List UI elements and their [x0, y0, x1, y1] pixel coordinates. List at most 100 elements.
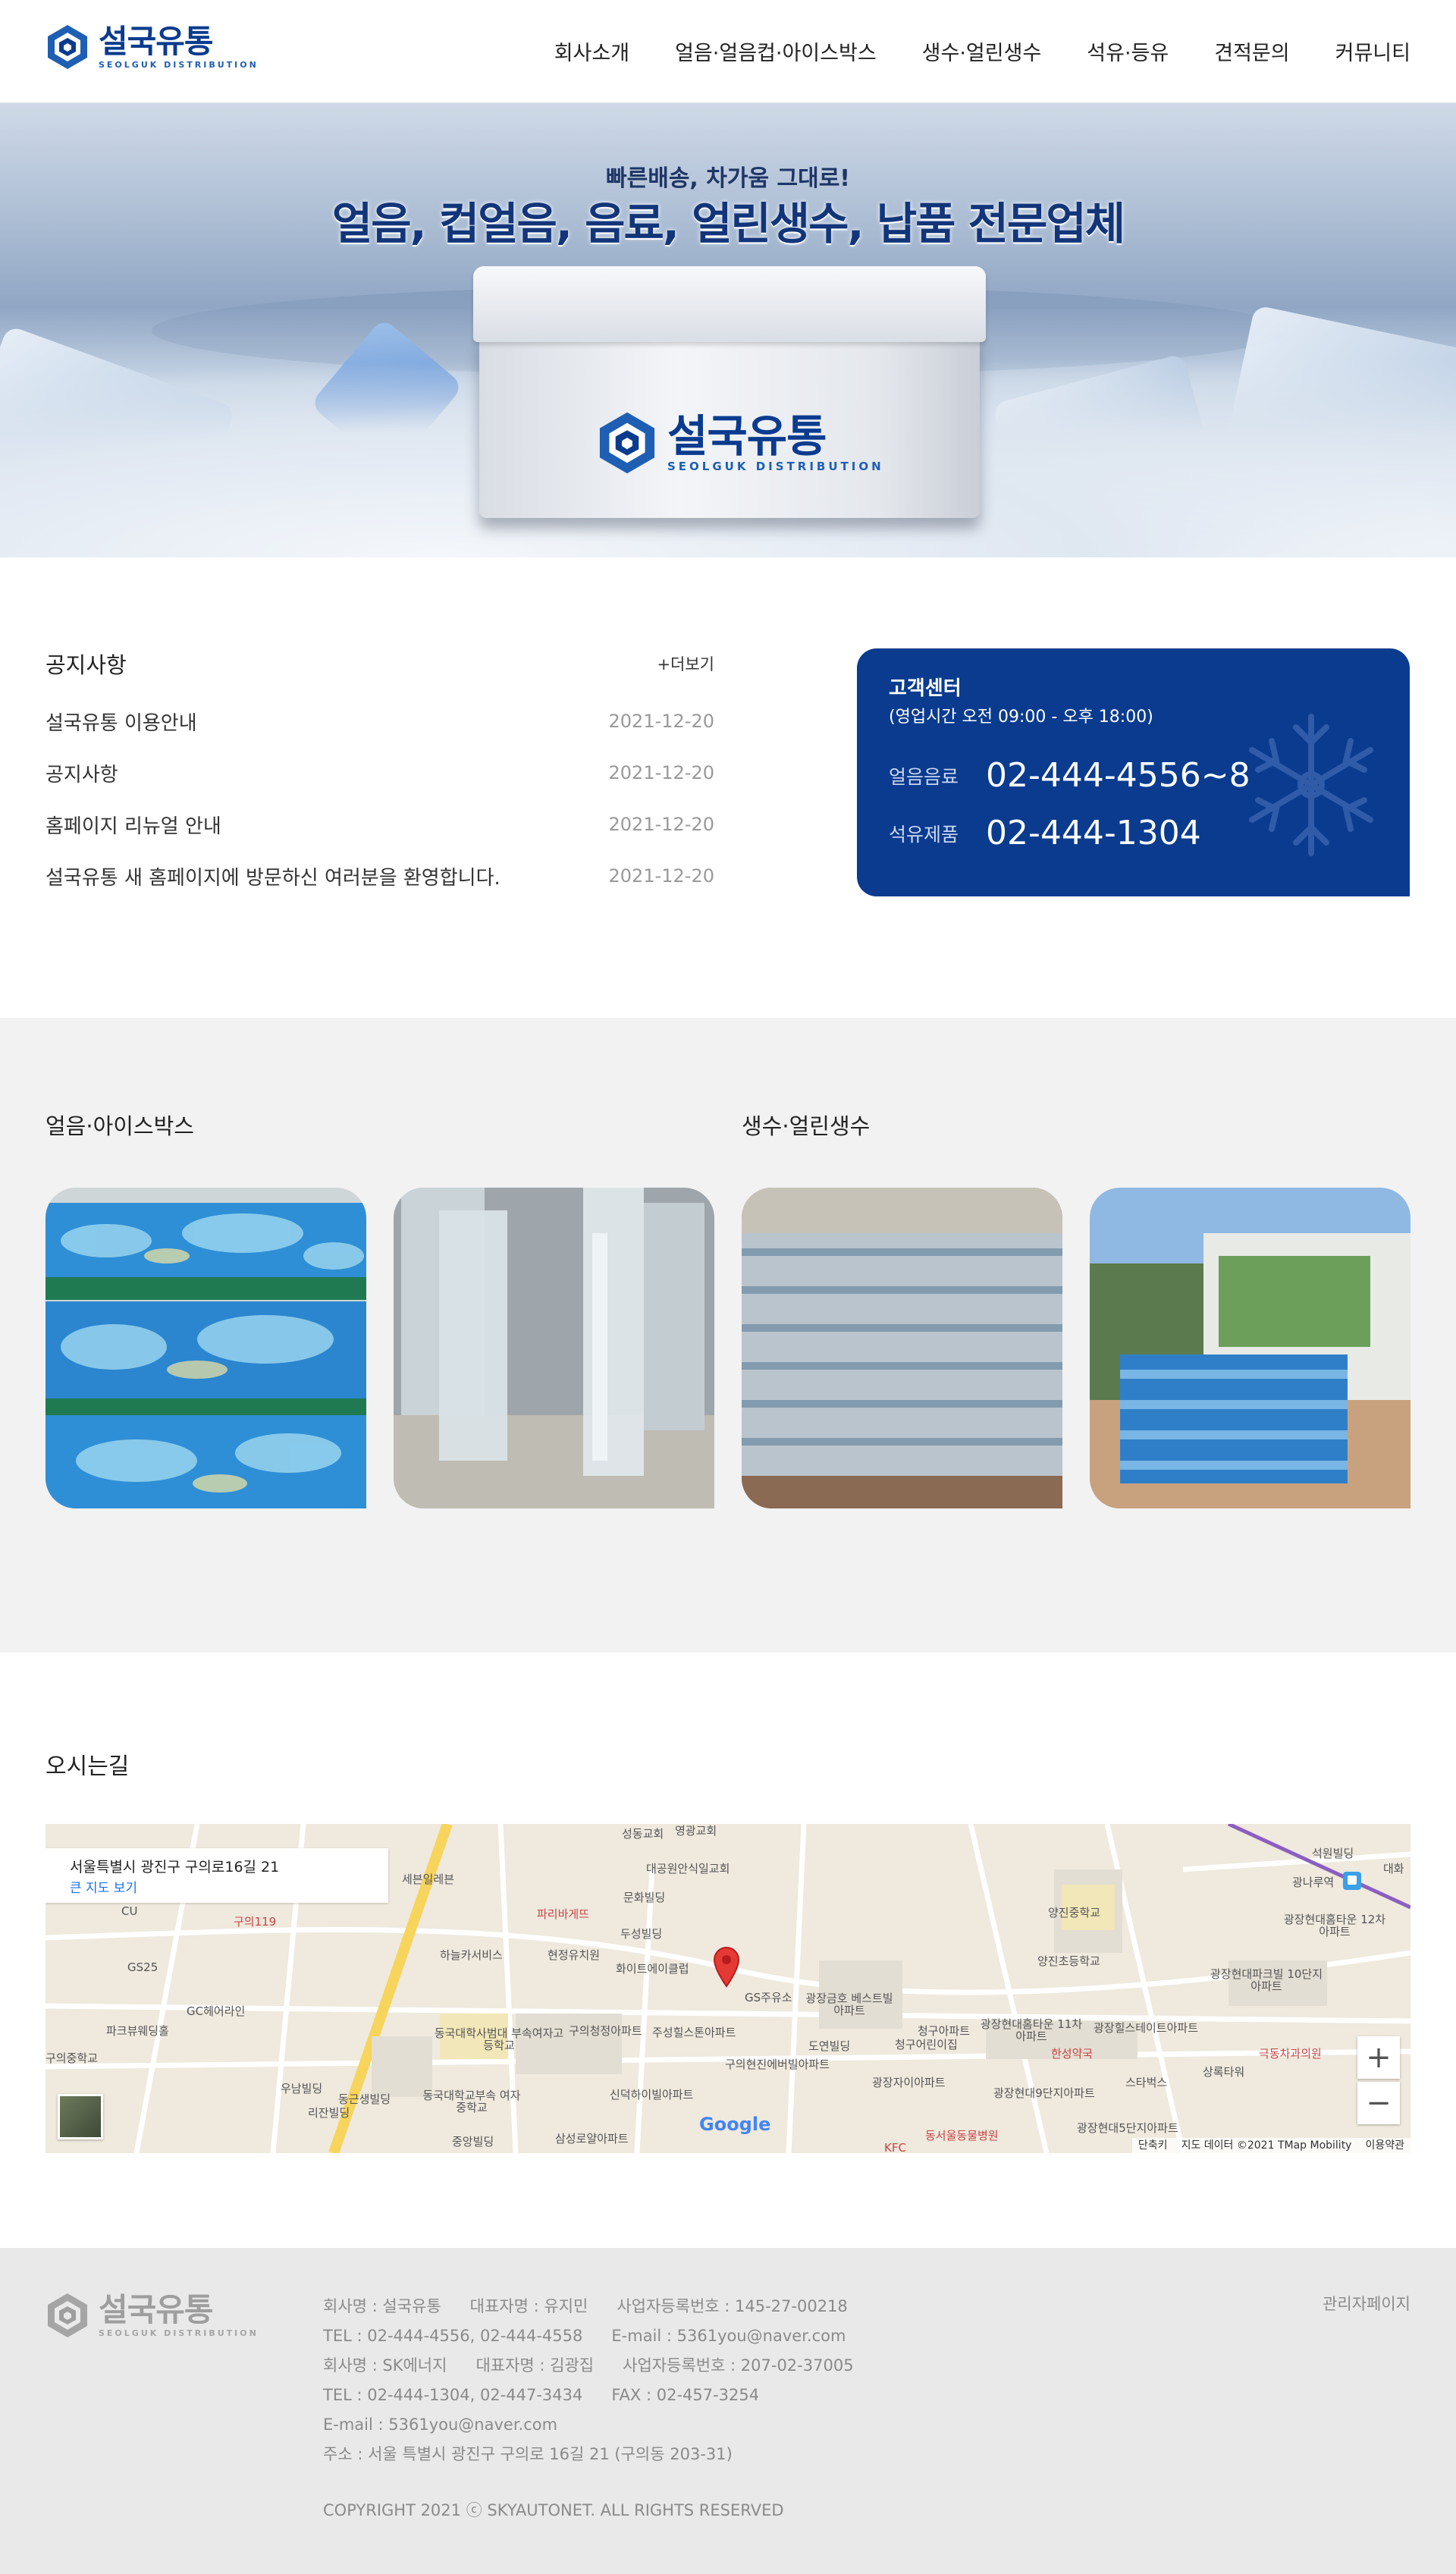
map-label: 주성힐스톤아파트 — [652, 2026, 736, 2039]
site-header: 설국유통 SEOLGUK DISTRIBUTION 회사소개 얼음·얼음컵·아이… — [0, 0, 1456, 103]
map-label: 화이트에이클럽 — [616, 1962, 689, 1976]
products-section: 얼음·아이스박스 생수·얼린생수 — [0, 1018, 1456, 1653]
map-label: 동서울동물병원 — [925, 2129, 999, 2142]
satellite-toggle[interactable] — [58, 2094, 103, 2139]
nav-community[interactable]: 커뮤니티 — [1335, 36, 1410, 66]
notice-item[interactable]: 설국유통 이용안내 2021-12-20 — [46, 695, 714, 747]
large-map-link[interactable]: 큰 지도 보기 — [70, 1877, 137, 1896]
map-label: 광장자이아파트 — [872, 2076, 946, 2089]
notice-item-title[interactable]: 설국유통 이용안내 — [46, 708, 197, 736]
water-section-title: 생수·얼린생수 — [742, 1113, 871, 1139]
map-label: 삼성로얄아파트 — [555, 2132, 629, 2146]
map-label: 대화 — [1383, 1862, 1404, 1876]
map-label: 동국대학교부속 여자중학교 — [422, 2089, 521, 2114]
customer-center-card: 고객센터 (영업시간 오전 09:00 - 오후 18:00) 얼음음료 02-… — [857, 648, 1410, 896]
site-logo[interactable]: 설국유통 SEOLGUK DISTRIBUTION — [44, 24, 259, 71]
map-label: 두성빌딩 — [620, 1927, 663, 1941]
map-label: 석원빌딩 — [1312, 1847, 1354, 1860]
page: 설국유통 SEOLGUK DISTRIBUTION 회사소개 얼음·얼음컵·아이… — [0, 0, 1456, 2574]
map-label: 광장현대5단지아파트 — [1077, 2121, 1178, 2135]
footer-ceo: 대표자명 : 유지민 — [469, 2297, 588, 2315]
map-label: 영광교회 — [675, 1824, 717, 1838]
map-label: KFC — [884, 2141, 906, 2153]
map-address: 서울특별시 광진구 구의로16길 21 — [70, 1859, 280, 1876]
footer-logo-korean: 설국유통 — [99, 2290, 214, 2328]
product-image-water-stack[interactable] — [742, 1188, 1062, 1508]
map-label: 세븐일레븐 — [402, 1872, 455, 1886]
map-label: 청구어린이집 — [895, 2038, 958, 2051]
footer-fax: FAX : 02-457-3254 — [611, 2386, 760, 2404]
notice-item[interactable]: 공지사항 2021-12-20 — [46, 747, 714, 799]
zoom-in-button[interactable]: + — [1357, 2036, 1400, 2079]
footer-info: 회사명 : 설국유통 대표자명 : 유지민 사업자등록번호 : 145-27-002… — [323, 2292, 883, 2469]
ice-section-title: 얼음·아이스박스 — [46, 1113, 194, 1139]
icebox-logo-english: SEOLGUK DISTRIBUTION — [667, 459, 884, 473]
footer-ceo: 대표자명 : 김광집 — [475, 2356, 595, 2375]
map-label: 광장현대파크빌 10단지아파트 — [1210, 1967, 1323, 1993]
map-label: 상록타워 — [1203, 2065, 1245, 2079]
map-label: 신덕하이빌아파트 — [610, 2088, 694, 2102]
snowflake-icon — [1249, 714, 1373, 856]
customer-center-title: 고객센터 — [889, 677, 962, 700]
map-embed[interactable]: 성동교회 영광교회 대공원안식일교회 세븐일레븐 문화빌딩 구의119 파리바게… — [46, 1824, 1410, 2153]
map-label: 구의현진에버빌아파트 — [725, 2058, 830, 2071]
google-logo: Google — [699, 2114, 770, 2135]
notice-section: 공지사항 +더보기 설국유통 이용안내 2021-12-20 공지사항 2021-1… — [46, 648, 714, 902]
map-label: 성동교회 — [622, 1827, 664, 1841]
nav-estimate[interactable]: 견적문의 — [1214, 36, 1289, 66]
phone-number[interactable]: 02-444-4556~8 — [986, 756, 1250, 795]
map-label: 대공원안식일교회 — [646, 1862, 730, 1876]
nav-company[interactable]: 회사소개 — [554, 36, 629, 66]
site-footer: 설국유통 SEOLGUK DISTRIBUTION 회사명 : 설국유통대표자명… — [0, 2248, 1456, 2574]
map-label: 광장현대9단지아파트 — [993, 2086, 1095, 2100]
phone-row-oil: 석유제품 02-444-1304 — [889, 814, 1201, 852]
map-pin-icon[interactable] — [711, 1945, 742, 1988]
zoom-out-button[interactable]: − — [1357, 2082, 1400, 2124]
admin-page-link[interactable]: 관리자페이지 — [1323, 2292, 1410, 2315]
icebox-logo-korean: 설국유통 — [667, 410, 827, 462]
phone-label: 얼음음료 — [889, 765, 959, 788]
footer-email: E-mail : 5361you@naver.com — [323, 2415, 558, 2434]
footer-logo: 설국유통 SEOLGUK DISTRIBUTION — [44, 2292, 259, 2339]
notice-item-title[interactable]: 설국유통 새 홈페이지에 방문하신 여러분을 환영합니다. — [46, 862, 500, 890]
footer-company: 회사명 : 설국유통 — [323, 2297, 441, 2315]
map-label: 광장금호 베스트빌아파트 — [805, 1992, 893, 2017]
notice-more-link[interactable]: +더보기 — [657, 652, 714, 675]
nav-oil[interactable]: 석유·등유 — [1087, 36, 1169, 66]
nav-water[interactable]: 생수·얼린생수 — [922, 36, 1042, 66]
notice-title: 공지사항 — [46, 652, 127, 678]
map-shortcuts[interactable]: 단축키 — [1138, 2138, 1168, 2153]
product-image-water-pallet-truck[interactable] — [1090, 1188, 1410, 1508]
logo-hexagon-icon — [599, 412, 655, 474]
map-label: 문화빌딩 — [623, 1891, 666, 1904]
business-hours: (영업시간 오전 09:00 - 오후 18:00) — [889, 708, 1153, 727]
map-label: 스타벅스 — [1125, 2076, 1168, 2089]
notice-item-date: 2021-12-20 — [608, 865, 714, 887]
footer-address: 주소 : 서울 특별시 광진구 구의로 16길 21 (구의동 203-31) — [323, 2445, 733, 2463]
footer-bizno: 사업자등록번호 : 145-27-00218 — [617, 2297, 848, 2315]
map-terms[interactable]: 이용약관 — [1365, 2138, 1404, 2153]
subway-station-icon — [1343, 1872, 1361, 1890]
footer-tel: TEL : 02-444-1304, 02-447-3434 — [323, 2386, 583, 2404]
notice-item-title[interactable]: 홈페이지 리뉴얼 안내 — [46, 811, 221, 839]
footer-bizno: 사업자등록번호 : 207-02-37005 — [623, 2356, 854, 2375]
logo-korean-text: 설국유통 — [99, 22, 214, 60]
nav-ice[interactable]: 얼음·얼음컵·아이스박스 — [675, 36, 877, 66]
map-label: 광장현대홈타운 11차아파트 — [980, 2017, 1083, 2043]
map-label: 도연빌딩 — [808, 2039, 851, 2053]
notice-item-title[interactable]: 공지사항 — [46, 759, 118, 787]
phone-number[interactable]: 02-444-1304 — [986, 814, 1201, 852]
footer-email: E-mail : 5361you@naver.com — [611, 2327, 846, 2345]
map-label: CU — [121, 1904, 138, 1918]
location-title: 오시는길 — [46, 1753, 130, 1780]
hero-title: 얼음, 컵얼음, 음료, 얼린생수, 납품 전문업체 — [331, 198, 1125, 250]
product-image-ice-blocks[interactable] — [394, 1188, 714, 1508]
notice-item[interactable]: 설국유통 새 홈페이지에 방문하신 여러분을 환영합니다. 2021-12-20 — [46, 850, 714, 902]
map-label: 한성약국 — [1051, 2047, 1094, 2061]
map-label: 파크뷰웨딩홀 — [106, 2024, 169, 2038]
notice-item[interactable]: 홈페이지 리뉴얼 안내 2021-12-20 — [46, 799, 714, 850]
product-image-icebox-pallet[interactable] — [46, 1188, 366, 1508]
map-label: 중앙빌딩 — [452, 2135, 494, 2149]
map-label: 동국대학사범대 부속여자고등학교 — [434, 2026, 564, 2052]
footer-logo-english: SEOLGUK DISTRIBUTION — [99, 2328, 259, 2338]
